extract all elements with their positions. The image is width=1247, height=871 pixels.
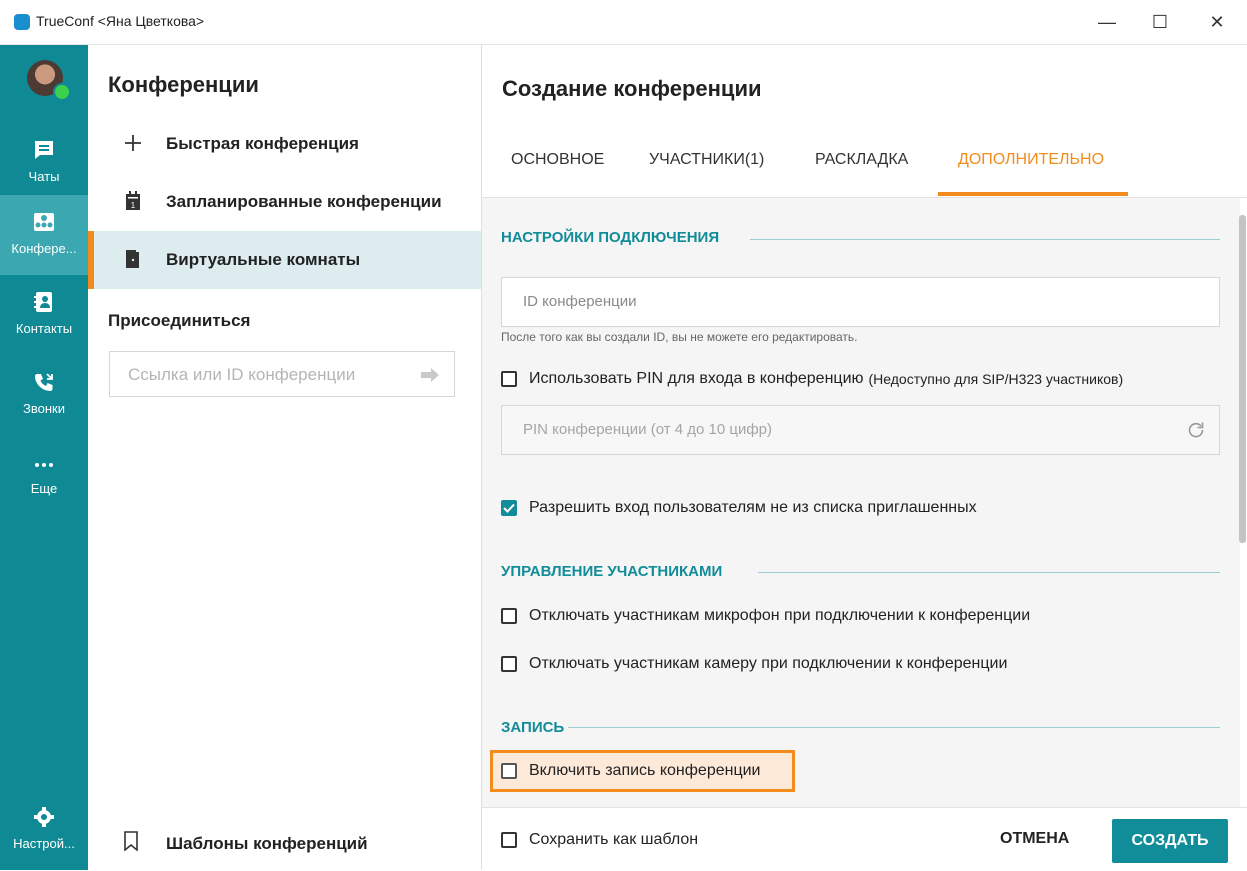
tab-additional[interactable]: ДОПОЛНИТЕЛЬНО: [958, 151, 1104, 169]
mute-camera-label: Отключать участникам камеру при подключе…: [529, 655, 1008, 672]
create-header: Создание конференции ОСНОВНОЕ УЧАСТНИКИ(…: [482, 45, 1247, 198]
enable-recording-checkbox[interactable]: [501, 763, 517, 779]
dialog-footer: Сохранить как шаблон ОТМЕНА СОЗДАТЬ: [482, 807, 1247, 871]
tab-layout[interactable]: РАСКЛАДКА: [815, 151, 908, 169]
trueconf-logo-icon: [14, 14, 30, 30]
rail-item-conferences[interactable]: Конфере...: [0, 195, 88, 275]
door-icon: [126, 250, 139, 268]
rail-item-contacts[interactable]: Контакты: [0, 275, 88, 355]
allow-uninvited-label: Разрешить вход пользователям не из списк…: [529, 499, 977, 516]
create-button[interactable]: СОЗДАТЬ: [1112, 819, 1228, 863]
mute-camera-checkbox[interactable]: [501, 656, 517, 672]
use-pin-label: Использовать PIN для входа в конференцию: [529, 370, 864, 387]
enable-recording-label: Включить запись конференции: [529, 762, 761, 779]
conference-id-hint: После того как вы создали ID, вы не може…: [501, 330, 858, 344]
close-button[interactable]: ✕: [1197, 6, 1237, 38]
rail-item-label: Звонки: [23, 401, 65, 416]
svg-text:1: 1: [131, 201, 136, 210]
enable-recording-option[interactable]: Включить запись конференции: [501, 758, 760, 784]
allow-uninvited-option[interactable]: Разрешить вход пользователям не из списк…: [501, 495, 977, 521]
maximize-button[interactable]: ☐: [1140, 6, 1180, 38]
rail-item-calls[interactable]: Звонки: [0, 355, 88, 435]
mute-mic-option[interactable]: Отключать участникам микрофон при подклю…: [501, 603, 1030, 629]
scrollbar[interactable]: [1239, 215, 1246, 543]
use-pin-checkbox[interactable]: [501, 371, 517, 387]
window-title: TrueConf <Яна Цветкова>: [36, 13, 205, 29]
online-status-icon: [53, 83, 71, 101]
plus-icon: [125, 135, 141, 151]
title-bar: TrueConf <Яна Цветкова> — ☐ ✕: [0, 0, 1247, 45]
calls-icon: [35, 373, 53, 391]
section-divider: [758, 572, 1220, 573]
rail-item-label: Контакты: [15, 321, 73, 336]
refresh-icon[interactable]: [1187, 421, 1205, 439]
mute-mic-checkbox[interactable]: [501, 608, 517, 624]
pin-placeholder: PIN конференции (от 4 до 10 цифр): [523, 421, 773, 438]
rail-item-label: Чаты: [28, 169, 60, 184]
menu-item-label: Запланированные конференции: [166, 192, 442, 211]
conference-icon: [34, 213, 54, 231]
save-template-option[interactable]: Сохранить как шаблон: [501, 827, 698, 853]
menu-item-label: Быстрая конференция: [166, 134, 359, 153]
bookmark-icon: [124, 831, 138, 851]
conference-id-input[interactable]: ID конференции: [501, 277, 1220, 327]
join-link-input[interactable]: Ссылка или ID конференции: [109, 351, 455, 397]
section-participants-title: УПРАВЛЕНИЕ УЧАСТНИКАМИ: [501, 563, 723, 580]
menu-item-virtual-rooms[interactable]: Виртуальные комнаты: [88, 231, 481, 289]
conference-id-placeholder: ID конференции: [523, 293, 637, 310]
use-pin-note: (Недоступно для SIP/H323 участников): [868, 371, 1124, 387]
pin-input[interactable]: PIN конференции (от 4 до 10 цифр): [501, 405, 1220, 455]
settings-scroll-area: НАСТРОЙКИ ПОДКЛЮЧЕНИЯ ID конференции Пос…: [482, 198, 1240, 807]
menu-item-quick-conference[interactable]: Быстрая конференция: [88, 115, 481, 173]
menu-item-conference-templates[interactable]: Шаблоны конференций: [88, 815, 481, 870]
menu-item-label: Шаблоны конференций: [166, 834, 368, 853]
section-divider: [750, 239, 1220, 240]
rail-item-settings[interactable]: Настрой...: [0, 790, 88, 870]
page-title: Создание конференции: [502, 76, 762, 101]
allow-uninvited-checkbox[interactable]: [501, 500, 517, 516]
navigation-rail: Чаты Конфере... Контакты Звонки Еще Наст…: [0, 45, 88, 870]
save-template-label: Сохранить как шаблон: [529, 831, 699, 848]
mute-camera-option[interactable]: Отключать участникам камеру при подключе…: [501, 651, 1007, 677]
join-title: Присоединиться: [108, 311, 251, 330]
join-link-placeholder: Ссылка или ID конференции: [128, 365, 356, 384]
use-pin-option[interactable]: Использовать PIN для входа в конференцию…: [501, 366, 1123, 392]
minimize-button[interactable]: —: [1087, 6, 1127, 38]
more-icon: [35, 463, 53, 467]
rail-item-label: Конфере...: [11, 241, 77, 256]
section-connection-title: НАСТРОЙКИ ПОДКЛЮЧЕНИЯ: [501, 229, 720, 246]
rail-item-chats[interactable]: Чаты: [0, 123, 88, 203]
rail-item-more[interactable]: Еще: [0, 435, 88, 515]
tab-general[interactable]: ОСНОВНОЕ: [511, 151, 604, 169]
section-recording-title: ЗАПИСЬ: [501, 719, 565, 736]
menu-item-label: Виртуальные комнаты: [166, 250, 361, 269]
create-conference-panel: Создание конференции ОСНОВНОЕ УЧАСТНИКИ(…: [482, 45, 1247, 871]
tab-participants[interactable]: УЧАСТНИКИ(1): [649, 151, 764, 169]
active-tab-indicator: [938, 192, 1128, 196]
conferences-panel: Конференции Быстрая конференция 1 Заплан…: [88, 45, 482, 870]
save-template-checkbox[interactable]: [501, 832, 517, 848]
chat-icon: [35, 141, 53, 159]
arrow-right-icon[interactable]: [420, 367, 440, 383]
menu-item-scheduled-conferences[interactable]: 1 Запланированные конференции: [88, 173, 481, 231]
rail-item-label: Настрой...: [13, 836, 75, 851]
checkmark-icon: [503, 503, 515, 513]
gear-icon: [34, 807, 54, 827]
calendar-icon: 1: [126, 191, 140, 210]
mute-mic-label: Отключать участникам микрофон при подклю…: [529, 607, 1031, 624]
cancel-button[interactable]: ОТМЕНА: [1000, 830, 1069, 848]
panel-title: Конференции: [108, 72, 259, 97]
rail-item-label: Еще: [30, 481, 58, 496]
contacts-icon: [34, 292, 52, 312]
section-divider: [568, 727, 1220, 728]
